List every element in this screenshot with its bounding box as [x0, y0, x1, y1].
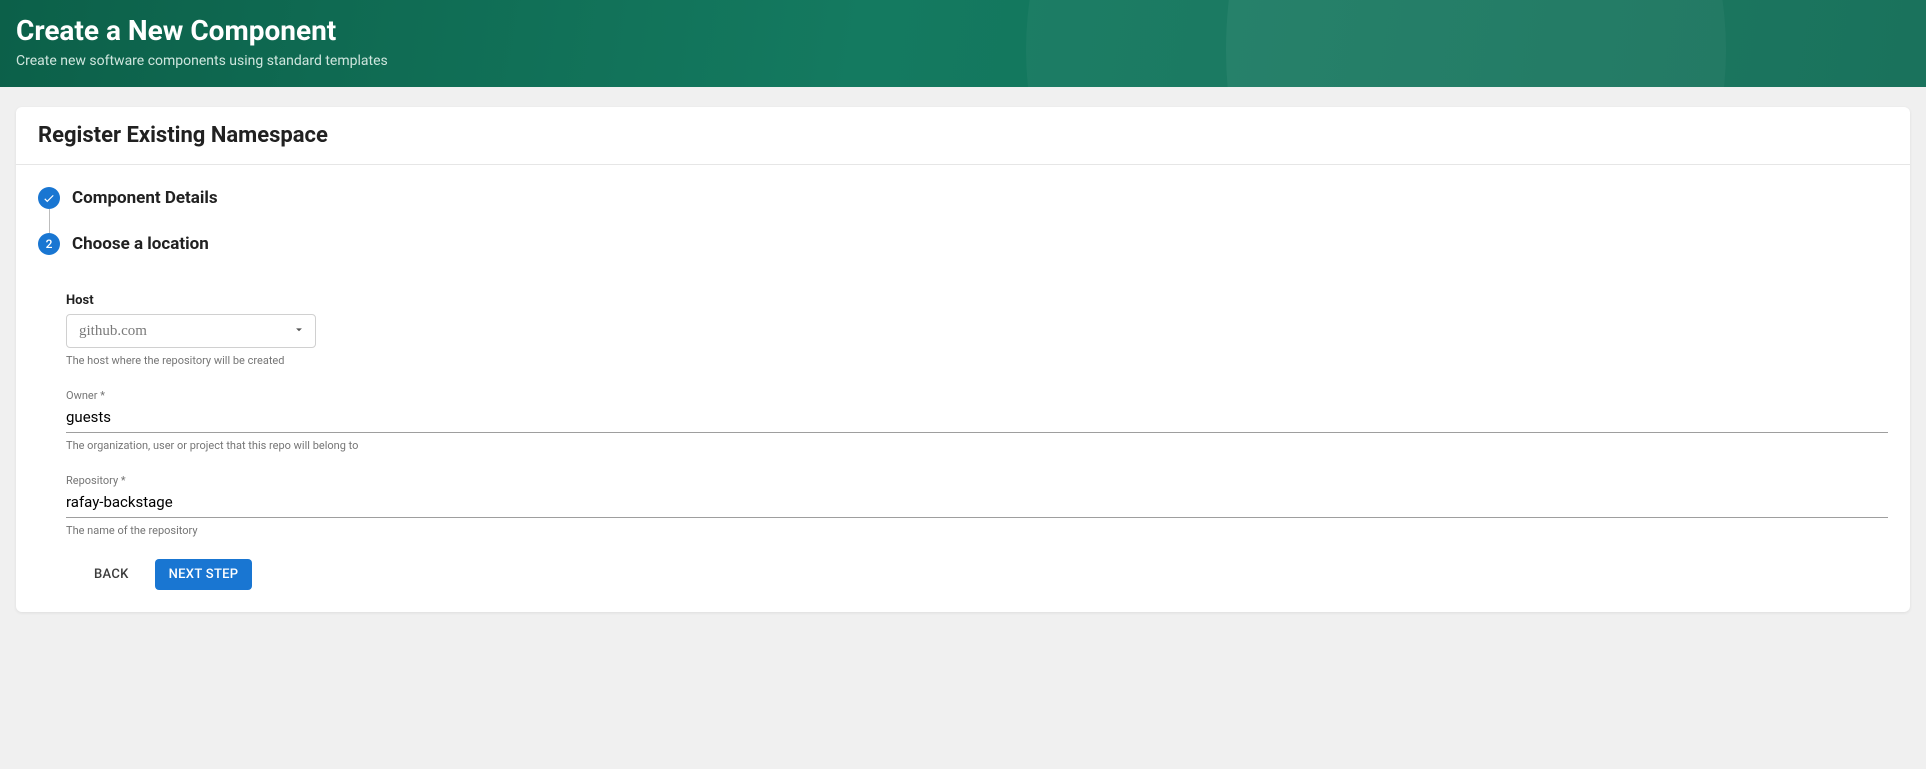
back-button[interactable]: Back — [80, 559, 143, 590]
form-section: Host github.com The host where the repos… — [38, 277, 1888, 590]
next-step-button[interactable]: Next Step — [155, 559, 253, 590]
host-select[interactable]: github.com — [66, 314, 316, 348]
step-component-details: Component Details — [38, 187, 1888, 209]
host-field: Host github.com The host where the repos… — [66, 293, 1888, 367]
form-actions: Back Next Step — [66, 559, 1888, 590]
card-title: Register Existing Namespace — [38, 123, 1888, 148]
page-hero: Create a New Component Create new softwa… — [0, 0, 1926, 87]
card-header: Register Existing Namespace — [16, 107, 1910, 165]
step-number-badge: 2 — [38, 233, 60, 255]
owner-input[interactable] — [66, 404, 1888, 433]
repository-input[interactable] — [66, 489, 1888, 518]
check-icon — [38, 187, 60, 209]
step-label: Choose a location — [72, 234, 209, 254]
repository-helper: The name of the repository — [66, 524, 1888, 537]
host-label: Host — [66, 293, 1888, 308]
page-title: Create a New Component — [16, 14, 1910, 47]
step-choose-location: 2 Choose a location — [38, 233, 1888, 255]
card-body: Component Details 2 Choose a location Ho… — [16, 165, 1910, 612]
step-connector — [49, 209, 50, 233]
page-subtitle: Create new software components using sta… — [16, 53, 1910, 69]
host-helper: The host where the repository will be cr… — [66, 354, 1888, 367]
owner-field: Owner * The organization, user or projec… — [66, 389, 1888, 452]
stepper: Component Details 2 Choose a location — [38, 187, 1888, 255]
repository-label: Repository * — [66, 474, 1888, 487]
owner-helper: The organization, user or project that t… — [66, 439, 1888, 452]
step-label: Component Details — [72, 188, 218, 208]
repository-field: Repository * The name of the repository — [66, 474, 1888, 537]
main-card: Register Existing Namespace Component De… — [16, 107, 1910, 612]
owner-label: Owner * — [66, 389, 1888, 402]
host-select-wrap: github.com — [66, 314, 316, 348]
